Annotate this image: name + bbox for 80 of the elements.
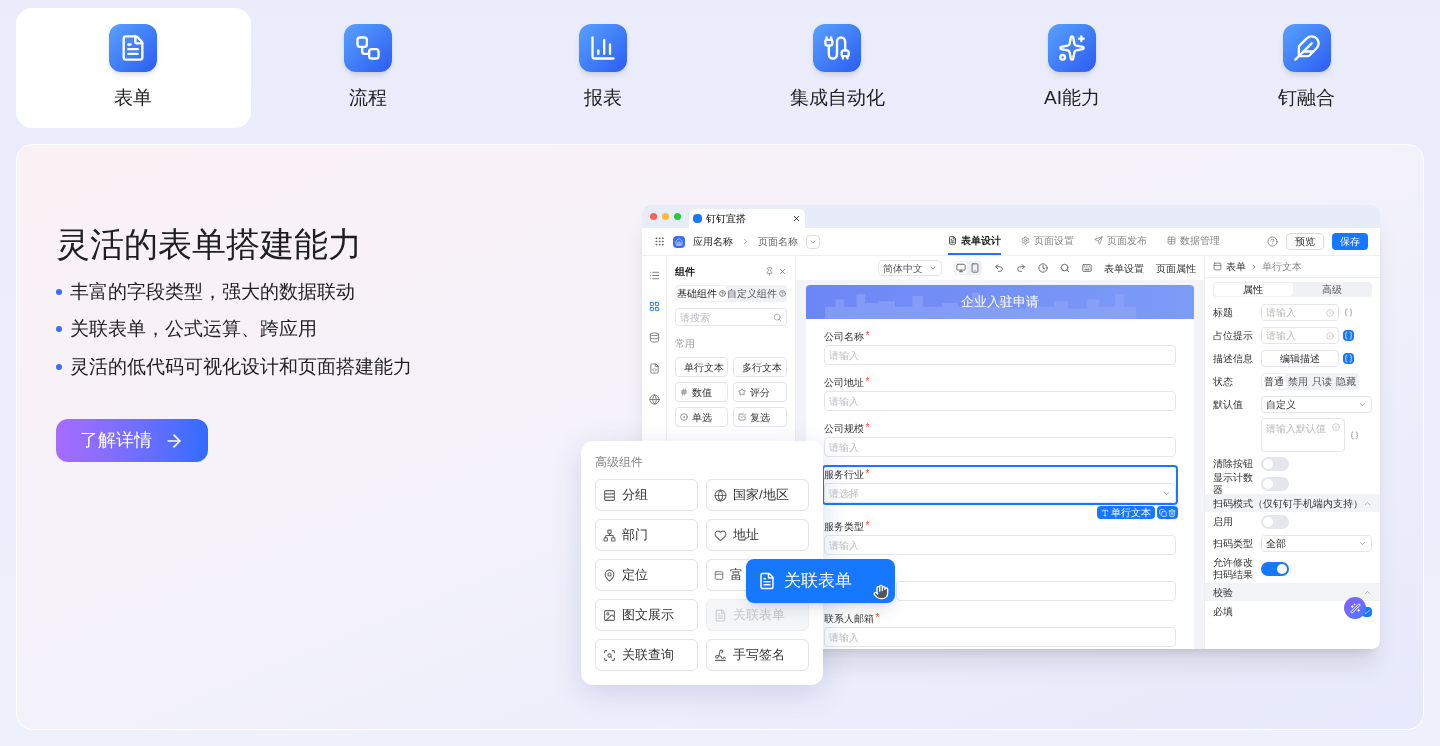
save-button[interactable]: 保存: [1332, 233, 1368, 250]
required-mark: *: [865, 329, 870, 343]
category-tab[interactable]: 流程: [250, 8, 486, 128]
toolbar-link[interactable]: 页面属性: [1156, 260, 1196, 276]
property-label: 启用: [1213, 516, 1234, 528]
hero-title: 灵活的表单搭建能力: [56, 224, 363, 265]
learn-more-button[interactable]: 了解详情: [56, 419, 208, 462]
property-label: 允许修改扫码结果: [1213, 557, 1254, 581]
property-label: 扫码类型: [1213, 537, 1254, 550]
field-label: 服务类型: [823, 519, 864, 534]
section-header[interactable]: 扫码模式（仅钉钉手机端内支持）: [1205, 494, 1380, 512]
component-item[interactable]: 国家/地区: [706, 479, 809, 511]
toolbar-link[interactable]: 表单设置: [1104, 260, 1144, 276]
field-label: 公司名称: [823, 329, 864, 344]
component-item[interactable]: 定位: [595, 559, 698, 591]
property-label: 描述信息: [1213, 352, 1254, 365]
required-mark: *: [865, 519, 870, 533]
required-mark: *: [865, 421, 870, 435]
app-name[interactable]: 应用名称: [693, 234, 733, 249]
property-tab[interactable]: 高级: [1292, 283, 1371, 296]
component-item[interactable]: 评分: [733, 382, 787, 402]
property-label: 状态: [1213, 375, 1234, 388]
breadcrumb-item[interactable]: 表单: [1226, 259, 1246, 274]
feature-text: 关联表单，公式运算、跨应用: [70, 317, 317, 341]
section-label: 常用: [675, 337, 697, 351]
category-tab[interactable]: 钉融合: [1189, 8, 1425, 128]
feature-text: 灵活的低代码可视化设计和页面搭建能力: [70, 354, 412, 379]
edit-description-button[interactable]: 编辑描述: [1261, 350, 1339, 367]
section-header[interactable]: 校验: [1205, 583, 1380, 601]
panel-title: 组件: [675, 265, 696, 279]
component-item[interactable]: 单选: [675, 407, 729, 427]
popup-title: 高级组件: [595, 454, 644, 471]
component-type-tag: 单行文本: [1097, 506, 1155, 519]
category-tab[interactable]: AI能力: [954, 8, 1190, 128]
component-item[interactable]: 单行文本: [675, 357, 729, 377]
field-label: 服务行业: [823, 467, 864, 482]
required-mark: *: [865, 467, 870, 481]
panel-tab[interactable]: 基础组件: [676, 286, 727, 301]
property-label: 显示计数器: [1213, 472, 1254, 496]
dragged-component[interactable]: 关联表单: [746, 559, 895, 603]
form-title: 企业入驻申请: [960, 293, 1039, 312]
property-label: 标题: [1213, 306, 1234, 319]
component-item[interactable]: 地址: [706, 519, 809, 551]
nav-tab[interactable]: 数据管理: [1166, 228, 1220, 255]
property-tab[interactable]: 属性: [1214, 283, 1293, 296]
preview-button[interactable]: 预览: [1286, 233, 1324, 250]
required-mark: *: [865, 375, 870, 389]
page-name[interactable]: 页面名称: [758, 234, 798, 249]
property-select[interactable]: 全部: [1261, 535, 1372, 552]
field-label: 公司规模: [823, 421, 864, 436]
component-item[interactable]: 手写签名: [706, 639, 809, 671]
component-item[interactable]: 复选: [733, 407, 787, 427]
component-item[interactable]: 多行文本: [733, 357, 787, 377]
component-item[interactable]: 数值: [675, 382, 729, 402]
component-item[interactable]: 分组: [595, 479, 698, 511]
status-option[interactable]: 隐藏: [1334, 374, 1358, 389]
required-mark: *: [875, 611, 880, 625]
component-item[interactable]: 图文展示: [595, 599, 698, 631]
property-select[interactable]: 自定义: [1261, 396, 1372, 413]
status-option[interactable]: 禁用: [1286, 374, 1310, 389]
nav-tab[interactable]: 页面发布: [1093, 228, 1147, 255]
field-label: 公司地址: [823, 375, 864, 390]
browser-tab[interactable]: 钉钉宜搭: [689, 209, 805, 228]
component-item[interactable]: 关联查询: [595, 639, 698, 671]
nav-tab[interactable]: 页面设置: [1020, 228, 1074, 255]
property-label: 占位提示: [1213, 329, 1254, 342]
panel-tab[interactable]: 自定义组件: [726, 286, 786, 301]
component-item[interactable]: 部门: [595, 519, 698, 551]
status-option[interactable]: 只读: [1310, 374, 1334, 389]
category-tab[interactable]: 集成自动化: [720, 8, 955, 128]
feature-text: 丰富的字段类型，强大的数据联动: [70, 279, 355, 304]
language-select[interactable]: 简体中文: [878, 260, 942, 276]
property-label: 默认值: [1213, 398, 1244, 411]
property-label: 清除按钮: [1213, 458, 1254, 470]
breadcrumb-item[interactable]: 单行文本: [1262, 259, 1302, 274]
field-label: 联系人邮箱: [823, 611, 874, 626]
category-tab[interactable]: 报表: [485, 8, 720, 128]
category-tab[interactable]: 表单: [16, 8, 251, 128]
property-label: 必填: [1213, 606, 1234, 618]
status-option[interactable]: 普通: [1262, 374, 1286, 389]
